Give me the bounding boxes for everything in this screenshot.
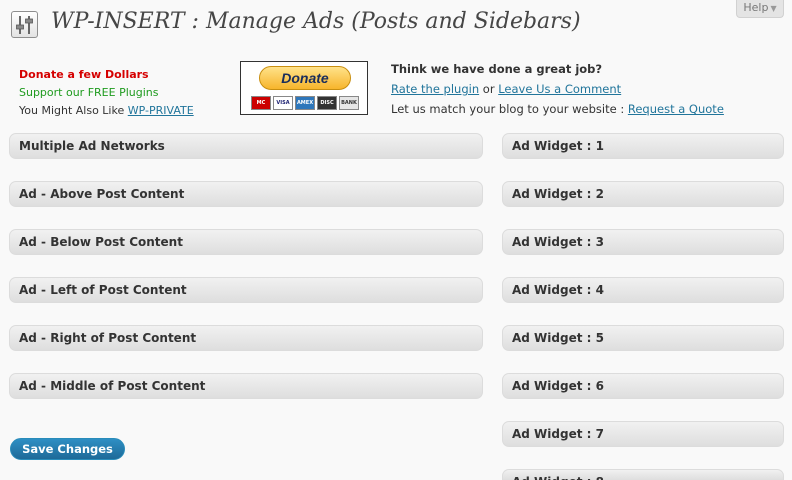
- amex-icon: AMEX: [295, 96, 315, 110]
- rate-plugin-link[interactable]: Rate the plugin: [391, 82, 479, 96]
- support-text: Support our FREE Plugins: [19, 86, 159, 99]
- payment-cards: MC VISA AMEX DISC BANK: [251, 96, 359, 110]
- promo-block: Donate a few Dollars Support our FREE Pl…: [19, 66, 194, 120]
- wp-private-link[interactable]: WP-PRIVATE: [128, 104, 194, 117]
- request-quote-link[interactable]: Request a Quote: [628, 102, 724, 116]
- donate-text: Donate a few Dollars: [19, 68, 149, 81]
- help-tab[interactable]: Help ▼: [736, 0, 784, 18]
- also-like-prefix: You Might Also Like: [19, 104, 125, 117]
- widget-ad-above-post[interactable]: Ad - Above Post Content: [9, 181, 483, 207]
- or-text: or: [482, 82, 495, 96]
- widget-ad-middle-post[interactable]: Ad - Middle of Post Content: [9, 373, 483, 399]
- bank-icon: BANK: [339, 96, 359, 110]
- feedback-block: Think we have done a great job? Rate the…: [391, 59, 724, 119]
- widget-multiple-ad-networks[interactable]: Multiple Ad Networks: [9, 133, 483, 159]
- donate-box: Donate MC VISA AMEX DISC BANK: [240, 61, 368, 115]
- match-line: Let us match your blog to your website :…: [391, 99, 724, 119]
- settings-sliders-icon: [11, 11, 38, 38]
- widget-ad-below-post[interactable]: Ad - Below Post Content: [9, 229, 483, 255]
- donate-button[interactable]: Donate: [259, 66, 351, 90]
- ad-widget-2[interactable]: Ad Widget : 2: [502, 181, 784, 207]
- ad-widget-1[interactable]: Ad Widget : 1: [502, 133, 784, 159]
- ad-widget-4[interactable]: Ad Widget : 4: [502, 277, 784, 303]
- triangle-down-icon: ▼: [770, 4, 777, 13]
- visa-icon: VISA: [273, 96, 293, 110]
- match-text: Let us match your blog to your website :: [391, 102, 625, 116]
- feedback-heading: Think we have done a great job?: [391, 62, 603, 76]
- page-title: WP-INSERT : Manage Ads (Posts and Sideba…: [51, 9, 581, 34]
- widget-ad-right-post[interactable]: Ad - Right of Post Content: [9, 325, 483, 351]
- ad-widget-3[interactable]: Ad Widget : 3: [502, 229, 784, 255]
- also-like-line: You Might Also Like WP-PRIVATE: [19, 102, 194, 120]
- ad-widget-6[interactable]: Ad Widget : 6: [502, 373, 784, 399]
- help-label: Help: [743, 1, 769, 14]
- feedback-links: Rate the plugin or Leave Us a Comment: [391, 79, 724, 99]
- widget-ad-left-post[interactable]: Ad - Left of Post Content: [9, 277, 483, 303]
- leave-comment-link[interactable]: Leave Us a Comment: [498, 82, 621, 96]
- ad-widget-7[interactable]: Ad Widget : 7: [502, 421, 784, 447]
- discover-icon: DISC: [317, 96, 337, 110]
- ad-widget-5[interactable]: Ad Widget : 5: [502, 325, 784, 351]
- ad-widget-8[interactable]: Ad Widget : 8: [502, 469, 784, 480]
- save-changes-button[interactable]: Save Changes: [10, 438, 125, 460]
- mastercard-icon: MC: [251, 96, 271, 110]
